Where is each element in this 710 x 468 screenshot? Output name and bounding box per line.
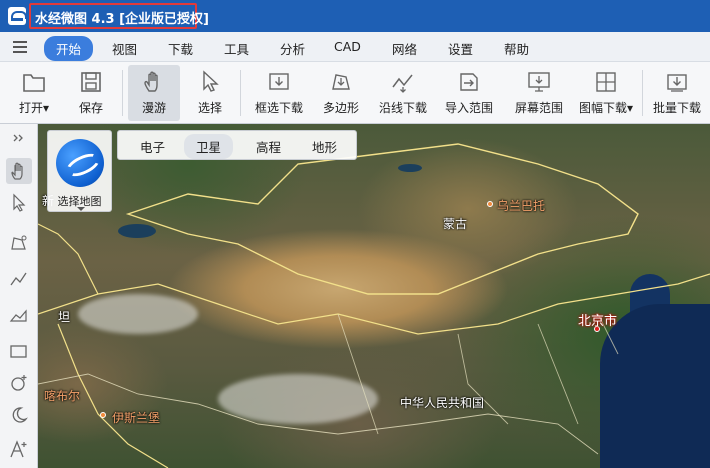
app-logo-icon bbox=[8, 7, 27, 25]
draw-area-icon[interactable] bbox=[6, 302, 32, 328]
place-kabul: 喀布尔 bbox=[44, 389, 81, 403]
menu-bar: 开始 视图 下载 工具 分析 CAD 网络 设置 帮助 bbox=[0, 32, 710, 62]
sheet-download-label: 图幅下载 bbox=[578, 101, 627, 115]
box-download-icon bbox=[269, 73, 289, 90]
hamburger-menu-icon[interactable] bbox=[13, 41, 27, 53]
toolbar-separator bbox=[642, 70, 643, 116]
draw-line-icon[interactable] bbox=[6, 266, 32, 292]
draw-polygon-icon[interactable] bbox=[6, 230, 32, 256]
map-selector[interactable]: 选择地图 bbox=[47, 130, 112, 212]
title-bar: 水经微图 4.3 [企业版已授权] bbox=[0, 0, 710, 32]
menu-view[interactable]: 视图 bbox=[112, 39, 137, 58]
menu-download[interactable]: 下载 bbox=[168, 39, 193, 58]
monitor-icon bbox=[528, 72, 550, 92]
polygon-button[interactable]: 多边形 bbox=[316, 65, 366, 121]
satellite-map[interactable]: 乌兰巴托 蒙古 北京市 中华人民共和国 喀布尔 伊斯兰堡 坦 新 bbox=[38, 124, 710, 468]
polygon-label: 多边形 bbox=[322, 101, 359, 115]
select-label: 选择 bbox=[197, 101, 222, 115]
place-beijing: 北京市 bbox=[578, 314, 618, 329]
place-islamabad: 伊斯兰堡 bbox=[112, 411, 161, 425]
draw-crescent-icon[interactable] bbox=[6, 402, 32, 428]
draw-rectangle-icon[interactable] bbox=[6, 338, 32, 364]
window-title: 水经微图 4.3 [企业版已授权] bbox=[35, 12, 209, 27]
toolbar-separator bbox=[122, 70, 123, 116]
toolbar-separator bbox=[240, 70, 241, 116]
save-label: 保存 bbox=[78, 101, 103, 115]
screen-range-button[interactable]: 屏幕范围 bbox=[508, 65, 570, 121]
save-icon bbox=[81, 72, 101, 92]
map-type-terrain[interactable]: 地形 bbox=[312, 137, 337, 156]
import-range-button[interactable]: 导入范围 bbox=[440, 65, 498, 121]
box-download-button[interactable]: 框选下载 bbox=[250, 65, 308, 121]
polyline-icon bbox=[392, 74, 413, 93]
cursor-icon bbox=[203, 70, 219, 92]
batch-download-button[interactable]: 批量下载 bbox=[648, 65, 706, 121]
pan-hand-icon[interactable] bbox=[6, 158, 32, 184]
grid-icon bbox=[596, 72, 616, 92]
open-button[interactable]: 打开▾ bbox=[10, 65, 58, 121]
map-type-satellite[interactable]: 卫星 bbox=[184, 134, 234, 159]
menu-network[interactable]: 网络 bbox=[392, 39, 417, 58]
select-button[interactable]: 选择 bbox=[186, 65, 234, 121]
menu-help[interactable]: 帮助 bbox=[504, 39, 529, 58]
folder-icon bbox=[23, 74, 45, 92]
draw-circle-icon[interactable] bbox=[6, 370, 32, 396]
place-ulaanbaatar: 乌兰巴托 bbox=[497, 199, 546, 213]
menu-tools[interactable]: 工具 bbox=[224, 39, 249, 58]
map-type-elevation[interactable]: 高程 bbox=[256, 137, 281, 156]
menu-settings[interactable]: 设置 bbox=[448, 39, 473, 58]
menu-analysis[interactable]: 分析 bbox=[280, 39, 305, 58]
screen-range-label: 屏幕范围 bbox=[514, 101, 563, 115]
place-china: 中华人民共和国 bbox=[400, 396, 485, 410]
batch-download-label: 批量下载 bbox=[652, 101, 701, 115]
menu-start[interactable]: 开始 bbox=[44, 36, 94, 61]
open-caret: ▾ bbox=[42, 101, 50, 115]
ulaanbaatar-marker bbox=[487, 201, 493, 207]
import-icon bbox=[460, 73, 478, 91]
sheet-download-caret: ▾ bbox=[626, 101, 634, 115]
pan-label: 漫游 bbox=[141, 101, 166, 115]
line-download-label: 沿线下载 bbox=[378, 101, 427, 115]
side-toolbar bbox=[0, 124, 38, 468]
open-label: 打开 bbox=[18, 101, 43, 115]
select-cursor-icon[interactable] bbox=[6, 190, 32, 216]
box-download-label: 框选下载 bbox=[254, 101, 303, 115]
batch-download-icon bbox=[667, 74, 687, 92]
islamabad-marker bbox=[100, 412, 106, 418]
import-range-label: 导入范围 bbox=[444, 101, 493, 115]
menu-cad[interactable]: CAD bbox=[334, 39, 361, 54]
sheet-download-button[interactable]: 图幅下载▾ bbox=[576, 65, 636, 121]
hand-icon bbox=[144, 71, 158, 92]
map-type-electronic[interactable]: 电子 bbox=[140, 137, 165, 156]
save-button[interactable]: 保存 bbox=[66, 65, 116, 121]
expand-panel-icon[interactable] bbox=[6, 128, 32, 148]
line-download-button[interactable]: 沿线下载 bbox=[374, 65, 432, 121]
place-tan: 坦 bbox=[58, 310, 71, 324]
add-text-icon[interactable] bbox=[6, 436, 32, 462]
place-mongolia: 蒙古 bbox=[443, 217, 468, 231]
chevron-down-icon bbox=[77, 207, 85, 211]
polygon-icon bbox=[332, 74, 350, 90]
pan-button[interactable]: 漫游 bbox=[128, 65, 180, 121]
ribbon-toolbar: 打开▾ 保存 漫游 选择 框选下载 多边形 沿线下载 导入范围 屏幕范围 图幅下… bbox=[0, 62, 710, 124]
globe-icon bbox=[56, 139, 104, 187]
map-type-switcher: 电子 卫星 高程 地形 bbox=[117, 130, 357, 160]
